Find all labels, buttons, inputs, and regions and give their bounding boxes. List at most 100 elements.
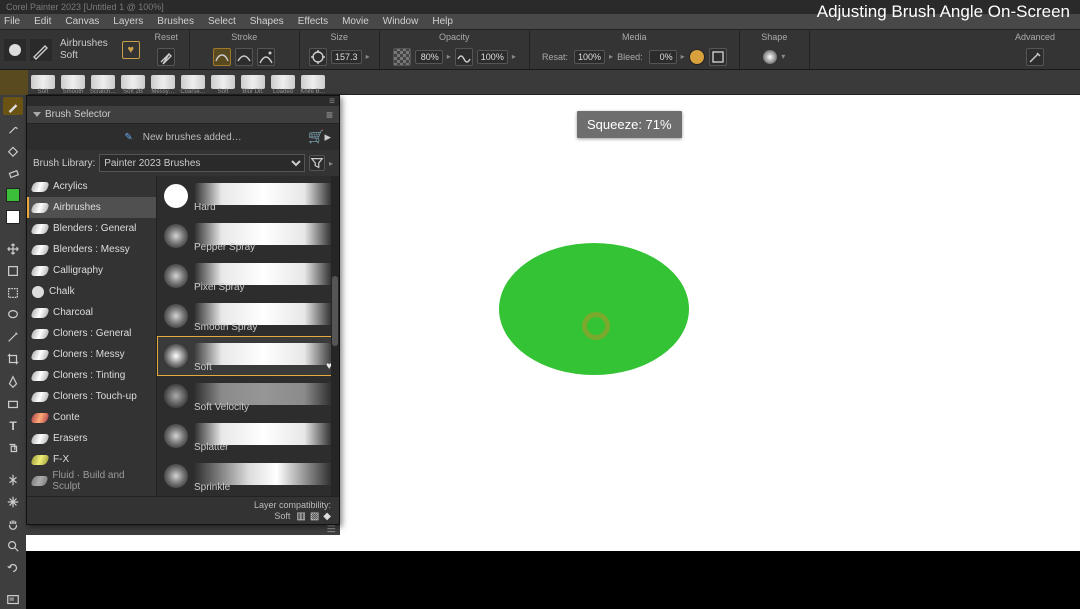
menu-select[interactable]: Select [208, 16, 236, 27]
category-item[interactable]: Acrylics [27, 176, 156, 197]
bleed-spin[interactable]: ▸ [681, 52, 685, 61]
variant-item[interactable]: Smooth Spray [157, 296, 339, 336]
filter-icon[interactable] [309, 155, 325, 171]
variant-strip-item[interactable]: Soft [208, 70, 238, 95]
grain-spinner-icon[interactable]: ▸ [512, 52, 516, 61]
category-item[interactable]: Cloners : Tinting [27, 365, 156, 386]
size-target-icon[interactable] [309, 48, 327, 66]
pen-tool[interactable] [3, 373, 23, 391]
mirror-tool[interactable] [3, 471, 23, 489]
category-item[interactable]: Blenders : General [27, 218, 156, 239]
menu-movie[interactable]: Movie [342, 16, 369, 27]
magnifier-tool[interactable] [3, 537, 23, 555]
size-spinner-icon[interactable]: ▸ [366, 52, 370, 61]
dropper-tool[interactable] [3, 119, 23, 137]
panel-bottom-grip[interactable]: ≡ [26, 525, 340, 535]
bleed-value[interactable]: 0% [649, 50, 677, 64]
menu-canvas[interactable]: Canvas [65, 16, 99, 27]
stroke-options-button[interactable] [257, 48, 275, 66]
menu-layers[interactable]: Layers [113, 16, 143, 27]
cart-icon[interactable]: 🛒▸ [308, 129, 331, 145]
variant-strip-item[interactable]: Blur Dif. [238, 70, 268, 95]
transform-tool[interactable] [3, 262, 23, 280]
variant-item[interactable]: Pixel Spray [157, 256, 339, 296]
opacity-value[interactable]: 80% [415, 50, 443, 64]
divine-tool[interactable] [3, 493, 23, 511]
panel-menu-icon[interactable]: ≡ [326, 108, 333, 122]
brush-category-list[interactable]: Acrylics Airbrushes Blenders : General B… [27, 176, 157, 496]
variant-strip-item[interactable]: Scratch… [88, 70, 118, 95]
category-item[interactable]: Blenders : Messy [27, 239, 156, 260]
category-item[interactable]: Erasers [27, 428, 156, 449]
menu-shapes[interactable]: Shapes [250, 16, 284, 27]
menu-help[interactable]: Help [432, 16, 453, 27]
text-tool[interactable]: T [3, 417, 23, 435]
brush-tool[interactable] [3, 97, 23, 115]
magic-wand-tool[interactable] [3, 328, 23, 346]
variant-item[interactable]: Sprinkle [157, 456, 339, 496]
move-tool[interactable] [3, 239, 23, 257]
grain-value[interactable]: 100% [477, 50, 508, 64]
new-brushes-banner[interactable]: ✎ New brushes added… 🛒▸ [27, 124, 339, 150]
dab-shape-icon[interactable] [763, 50, 777, 64]
reset-brush-button[interactable] [157, 48, 175, 66]
category-item-selected[interactable]: Airbrushes [27, 197, 156, 218]
favorite-toggle[interactable]: ♥ [122, 41, 140, 59]
clone-tool[interactable] [3, 439, 23, 457]
grain-icon[interactable] [455, 48, 473, 66]
opacity-grid-icon[interactable] [393, 48, 411, 66]
variant-item-selected[interactable]: Soft ♥ [157, 336, 339, 376]
variant-item[interactable]: Hard [157, 176, 339, 216]
variant-item[interactable]: Pepper Spray [157, 216, 339, 256]
panel-grip[interactable]: ≡ [27, 96, 339, 106]
variant-item[interactable]: Soft Velocity [157, 376, 339, 416]
variant-item[interactable]: Splatter [157, 416, 339, 456]
shape-spin[interactable]: ▾ [781, 52, 785, 61]
advanced-settings-button[interactable] [1026, 48, 1044, 66]
category-item[interactable]: Charcoal [27, 302, 156, 323]
grabber-tool[interactable] [3, 515, 23, 533]
current-brush[interactable]: Airbrushes Soft [56, 38, 112, 61]
shape-tool[interactable] [3, 395, 23, 413]
library-select[interactable]: Painter 2023 Brushes [99, 154, 305, 172]
menu-file[interactable]: File [4, 16, 20, 27]
category-item[interactable]: F-X [27, 449, 156, 470]
dab-preview-icon[interactable] [4, 39, 26, 61]
panel-title-bar[interactable]: Brush Selector ≡ [27, 106, 339, 124]
category-item[interactable]: Conte [27, 407, 156, 428]
stroke-preview-icon[interactable] [213, 48, 231, 66]
paint-bucket-tool[interactable] [3, 141, 23, 159]
paper-selector-icon[interactable] [709, 48, 727, 66]
variant-strip-item[interactable]: Soft [28, 70, 58, 95]
color-swatch-fg[interactable] [3, 186, 23, 204]
variant-strip-item[interactable]: Coarse… [178, 70, 208, 95]
size-value[interactable]: 157.3 [331, 50, 362, 64]
menu-effects[interactable]: Effects [298, 16, 328, 27]
brush-variant-list[interactable]: Hard Pepper Spray Pixel Spray Smooth Spr… [157, 176, 339, 496]
category-item[interactable]: Chalk [27, 281, 156, 302]
color-swatch[interactable] [689, 49, 705, 65]
menu-window[interactable]: Window [383, 16, 419, 27]
variant-scrollbar[interactable] [331, 176, 339, 496]
category-item[interactable]: Cloners : Messy [27, 344, 156, 365]
variant-strip-item[interactable]: Loaded [268, 70, 298, 95]
variant-strip-item[interactable]: Soft 2B [118, 70, 148, 95]
color-swatch-paper[interactable] [3, 208, 23, 226]
crop-tool[interactable] [3, 350, 23, 368]
navigator-toggle[interactable] [3, 591, 23, 609]
variant-strip-item[interactable]: Knife B… [298, 70, 328, 95]
collapse-triangle-icon[interactable] [33, 112, 41, 117]
align-to-path-button[interactable] [235, 48, 253, 66]
menu-edit[interactable]: Edit [34, 16, 51, 27]
lasso-tool[interactable] [3, 306, 23, 324]
menu-brushes[interactable]: Brushes [157, 16, 194, 27]
variant-strip-item[interactable]: Smooth [58, 70, 88, 95]
variant-strip-item[interactable]: Messy… [148, 70, 178, 95]
eraser-tool[interactable] [3, 164, 23, 182]
category-item[interactable]: Cloners : Touch-up [27, 386, 156, 407]
selection-rect-tool[interactable] [3, 284, 23, 302]
brush-tool-icon[interactable] [30, 39, 52, 61]
filter-expand-icon[interactable]: ▸ [329, 159, 333, 168]
category-item[interactable]: Cloners : General [27, 323, 156, 344]
opacity-spinner-icon[interactable]: ▸ [447, 52, 451, 61]
